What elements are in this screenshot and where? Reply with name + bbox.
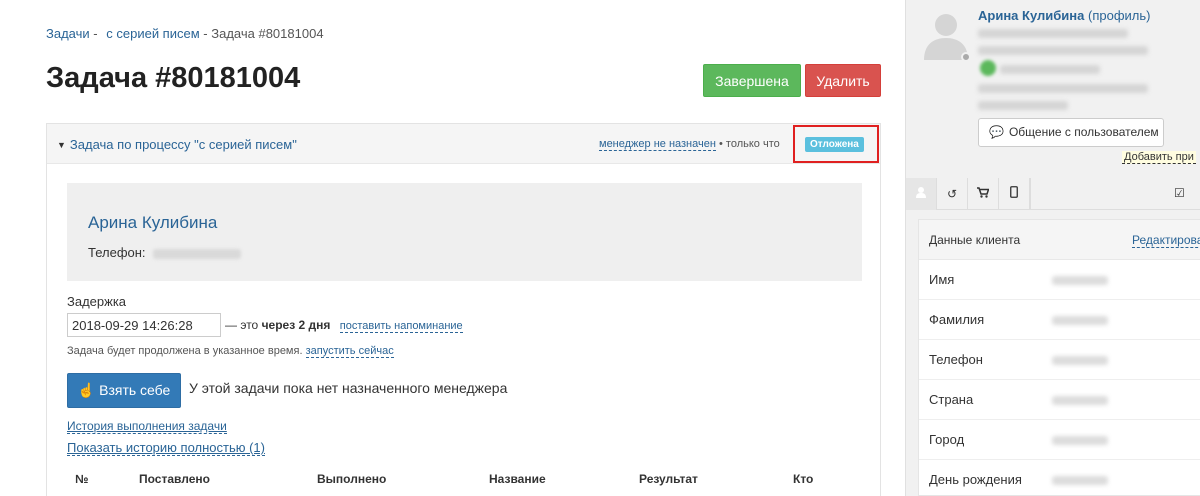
mobile-icon xyxy=(1010,186,1018,198)
status-highlight-box: Отложена xyxy=(793,125,879,163)
cart-icon xyxy=(977,187,990,198)
tab-devices[interactable] xyxy=(999,178,1030,210)
column-result: Результат xyxy=(639,472,698,486)
task-panel-toggle[interactable]: ▼ Задача по процессу "с серией писем" xyxy=(57,137,297,152)
delay-note: Задача будет продолжена в указанное врем… xyxy=(67,345,394,358)
sidebar-user-name: Арина Кулибина (профиль) xyxy=(978,8,1150,23)
redacted-value xyxy=(1052,356,1108,365)
delay-prefix: — это xyxy=(225,318,259,332)
breadcrumb: Задачи - с серией писем - Задача #801810… xyxy=(46,26,324,41)
delay-label: Задержка xyxy=(67,294,127,309)
delay-relative: — это через 2 дня поставить напоминание xyxy=(225,318,463,333)
column-done: Выполнено xyxy=(317,472,387,486)
column-assigned: Поставлено xyxy=(139,472,210,486)
field-label: Фамилия xyxy=(929,312,985,327)
complete-button[interactable]: Завершена xyxy=(703,64,801,97)
client-info-header: Данные клиента Редактирова xyxy=(919,220,1200,260)
manager-link[interactable]: менеджер не назначен xyxy=(599,138,716,151)
take-task-button[interactable]: ☝ Взять себе xyxy=(67,373,181,408)
right-sidebar: Арина Кулибина (профиль) 💬 Общение с поль… xyxy=(905,0,1200,496)
meta-time: • только что xyxy=(719,138,780,150)
field-label: День рождения xyxy=(929,472,1022,487)
redacted-value xyxy=(1052,276,1108,285)
redacted-value xyxy=(1052,436,1108,445)
set-reminder-link[interactable]: поставить напоминание xyxy=(339,320,463,333)
column-who: Кто xyxy=(793,472,814,486)
client-field-row: Страна xyxy=(919,380,1200,420)
add-tooltip[interactable]: Добавить при xyxy=(1122,151,1196,164)
online-status-icon xyxy=(961,52,971,62)
status-badge: Отложена xyxy=(805,137,864,152)
tab-tasks[interactable]: ☑ xyxy=(1030,178,1200,210)
phone-value-redacted xyxy=(153,248,242,259)
main-content: Задачи - с серией писем - Задача #801810… xyxy=(0,0,905,496)
breadcrumb-tasks-link[interactable]: Задачи xyxy=(46,26,90,41)
client-info-box: Данные клиента Редактирова Имя Фамилия Т… xyxy=(918,219,1200,496)
chat-button-label: Общение с пользователем xyxy=(1008,125,1159,139)
no-manager-text: У этой задачи пока нет назначенного мене… xyxy=(189,380,508,396)
client-card: Арина Кулибина Телефон: xyxy=(67,183,862,281)
delay-date-input[interactable] xyxy=(67,313,221,337)
checkbox-icon: ☑ xyxy=(1174,186,1185,200)
redacted-info xyxy=(1000,65,1100,74)
history-icon: ↺ xyxy=(946,187,958,201)
tab-orders[interactable] xyxy=(968,178,999,210)
thumbs-up-icon: ☝ xyxy=(77,382,96,398)
show-full-history-link[interactable]: Показать историю полностью (1) xyxy=(67,440,265,456)
task-panel-title: Задача по процессу "с серией писем" xyxy=(69,137,297,152)
caret-down-icon: ▼ xyxy=(57,140,66,150)
profile-link[interactable]: (профиль) xyxy=(1088,8,1150,23)
tab-user[interactable] xyxy=(906,178,937,210)
chat-with-user-button[interactable]: 💬 Общение с пользователем xyxy=(978,118,1164,147)
redacted-email xyxy=(978,29,1128,38)
client-info-title: Данные клиента xyxy=(929,233,1021,247)
redacted-value xyxy=(1052,316,1108,325)
task-panel: ▼ Задача по процессу "с серией писем" мен… xyxy=(46,123,881,496)
delete-button[interactable]: Удалить xyxy=(805,64,881,97)
redacted-purchases xyxy=(978,84,1148,93)
edit-client-link[interactable]: Редактирова xyxy=(1132,233,1200,248)
client-name[interactable]: Арина Кулибина xyxy=(88,213,217,233)
chat-bubble-icon: 💬 xyxy=(989,125,1004,139)
breadcrumb-process-link[interactable]: с серией писем xyxy=(106,26,199,41)
tab-history[interactable]: ↺ xyxy=(937,178,968,210)
field-label: Страна xyxy=(929,392,974,407)
field-label: Город xyxy=(929,432,965,447)
field-label: Телефон xyxy=(929,352,983,367)
task-panel-header: ▼ Задача по процессу "с серией писем" мен… xyxy=(47,124,880,164)
user-icon xyxy=(916,187,926,198)
delay-relative-value: через 2 дня xyxy=(261,318,331,332)
redacted-tags xyxy=(978,101,1068,110)
phone-label: Телефон: xyxy=(88,245,146,260)
field-label: Имя xyxy=(929,272,955,287)
breadcrumb-separator: - xyxy=(93,26,98,41)
page-title: Задача #80181004 xyxy=(46,62,301,94)
status-icon xyxy=(980,60,996,76)
client-phone: Телефон: xyxy=(88,245,242,260)
history-table-header: № Поставлено Выполнено Название Результа… xyxy=(67,464,862,496)
redacted-balance xyxy=(978,46,1148,55)
client-field-row: Телефон xyxy=(919,340,1200,380)
take-task-label: Взять себе xyxy=(99,382,171,398)
breadcrumb-current: Задача #80181004 xyxy=(211,26,324,41)
column-name: Название xyxy=(489,472,546,486)
task-panel-meta: менеджер не назначен • только что xyxy=(599,138,780,151)
breadcrumb-separator: - xyxy=(203,26,208,41)
column-number: № xyxy=(75,472,89,486)
redacted-value xyxy=(1052,396,1108,405)
client-field-row: Фамилия xyxy=(919,300,1200,340)
client-field-row: День рождения xyxy=(919,460,1200,496)
user-name-link[interactable]: Арина Кулибина xyxy=(978,8,1084,23)
client-field-row: Город xyxy=(919,420,1200,460)
run-now-link[interactable]: запустить сейчас xyxy=(305,345,394,358)
delay-note-text: Задача будет продолжена в указанное врем… xyxy=(67,345,303,357)
history-label-link[interactable]: История выполнения задачи xyxy=(67,419,227,434)
sidebar-tabs: ↺ ☑ xyxy=(906,178,1200,210)
redacted-value xyxy=(1052,476,1108,485)
client-field-row: Имя xyxy=(919,260,1200,300)
